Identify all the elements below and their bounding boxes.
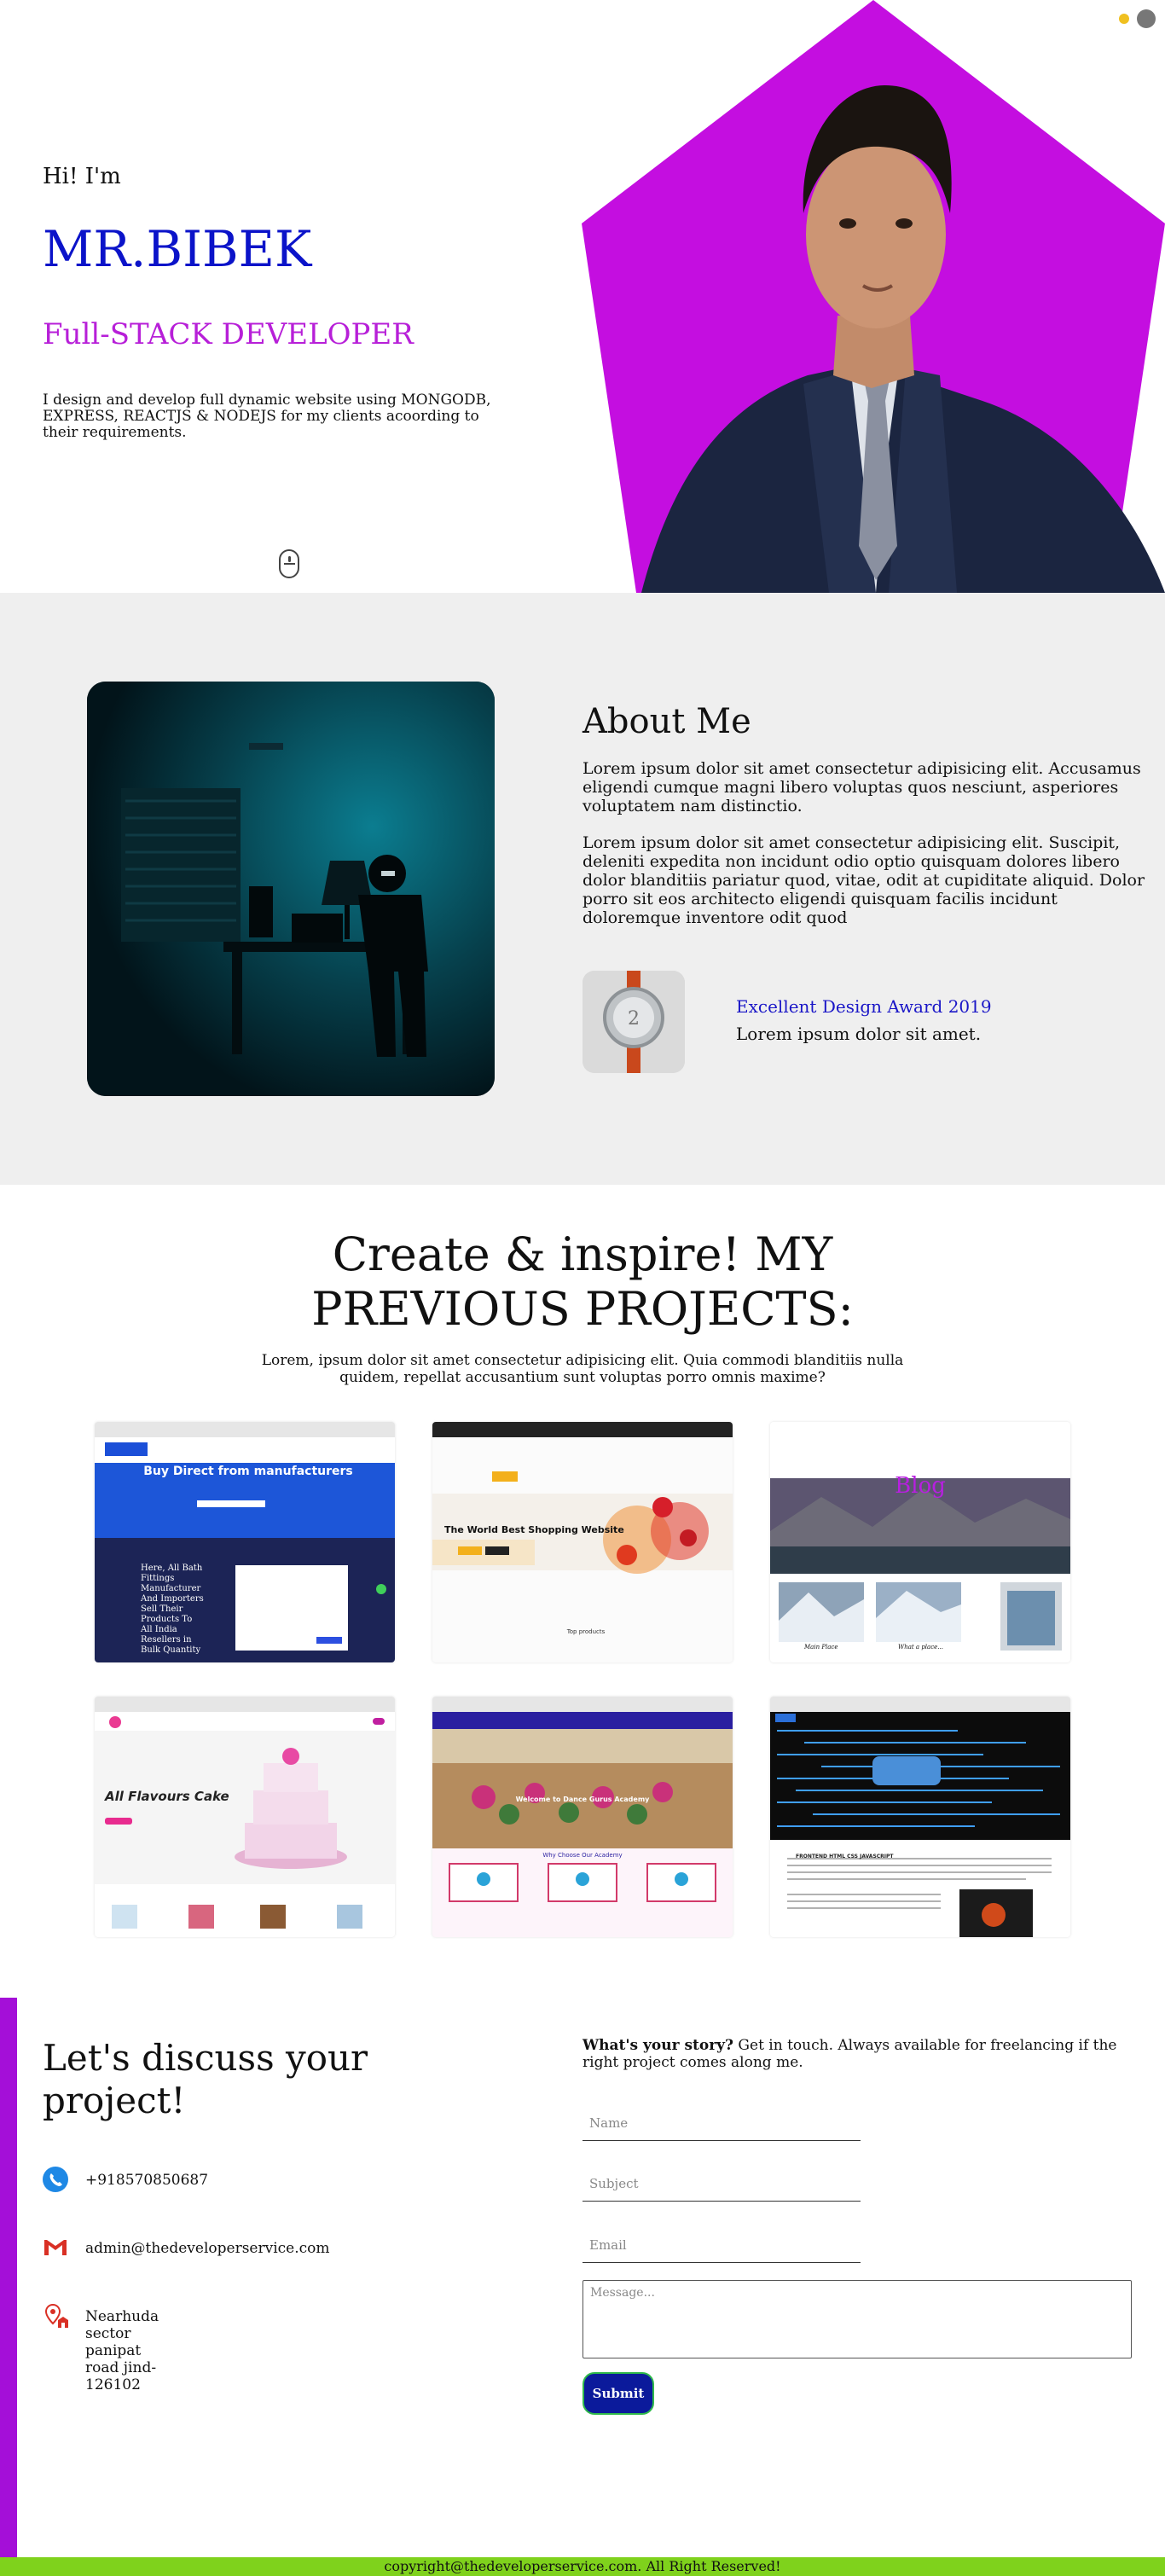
mouse-wheel <box>288 556 291 562</box>
projects-section: Create & inspire! MY PREVIOUS PROJECTS: … <box>0 1185 1165 1998</box>
project-headline: The World Best Shopping Website <box>444 1524 624 1535</box>
project-card-cake[interactable]: All Flavours Cake <box>95 1697 395 1937</box>
browser-chrome <box>770 1422 1070 1437</box>
project-caption: What a place... <box>898 1644 943 1651</box>
contact-address: Nearhuda sector panipat road jind-126102 <box>85 2308 159 2393</box>
submit-button[interactable]: Submit <box>582 2372 654 2415</box>
greeting-text: Hi! I'm <box>43 164 121 189</box>
name-placeholder: Name <box>589 2115 629 2131</box>
about-section: About Me Lorem ipsum dolor sit amet cons… <box>0 593 1165 1185</box>
project-headline: Blog <box>895 1473 946 1499</box>
footer-copyright: copyright@thedeveloperservice.com. All R… <box>384 2558 781 2574</box>
name-input[interactable]: Name <box>582 2102 861 2141</box>
hero-section: Hi! I'm MR.BIBEK Full-STACK DEVELOPER I … <box>0 0 1165 593</box>
about-paragraph-1: Lorem ipsum dolor sit amet consectetur a… <box>582 759 1141 815</box>
email-input[interactable]: Email <box>582 2224 861 2263</box>
contact-email: admin@thedeveloperservice.com <box>85 2240 330 2257</box>
project-card-shopping[interactable]: The World Best Shopping Website Top prod… <box>432 1422 733 1662</box>
award-title: Excellent Design Award 2019 <box>736 996 992 1017</box>
projects-title-line-1: Create & inspire! MY <box>332 1227 833 1281</box>
project-headline: Buy Direct from manufacturers <box>143 1465 353 1478</box>
projects-description: Lorem, ipsum dolor sit amet consectetur … <box>261 1352 904 1386</box>
projects-title: Create & inspire! MY PREVIOUS PROJECTS: <box>256 1227 909 1337</box>
about-image <box>87 682 495 1096</box>
browser-chrome <box>95 1422 395 1437</box>
contact-section: Let's discuss your project! +91857085068… <box>0 1998 1165 2557</box>
theme-toggle-icon[interactable] <box>1114 9 1160 29</box>
profile-photo <box>582 0 1165 593</box>
contact-title-line-1: Let's discuss your <box>43 2037 368 2079</box>
developer-role: Full-STACK DEVELOPER <box>43 317 414 351</box>
browser-chrome <box>432 1697 733 1712</box>
contact-title-line-2: project! <box>43 2080 186 2121</box>
developer-name: MR.BIBEK <box>43 220 312 278</box>
project-caption: Main Place <box>804 1644 838 1651</box>
svg-text:2: 2 <box>628 1008 640 1030</box>
project-card-blog[interactable]: Blog Main Place What a place... <box>770 1422 1070 1662</box>
contact-accent-bar <box>0 1998 17 2557</box>
projects-title-line-2: PREVIOUS PROJECTS: <box>311 1282 854 1336</box>
project-side-text: Here, All Bath Fittings Manufacturer And… <box>141 1564 204 1655</box>
project-subtitle: Top products <box>566 1628 606 1635</box>
project-card-frontend[interactable]: FRONTEND HTML CSS JAVASCRIPT <box>770 1697 1070 1937</box>
message-textarea[interactable]: Message... <box>582 2280 1132 2358</box>
project-headline: FRONTEND HTML CSS JAVASCRIPT <box>796 1854 894 1859</box>
hero-description: I design and develop full dynamic websit… <box>43 392 491 441</box>
footer: copyright@thedeveloperservice.com. All R… <box>0 2557 1165 2576</box>
story-bold: What's your story? <box>582 2037 734 2054</box>
contact-story: What's your story? Get in touch. Always … <box>582 2037 1128 2071</box>
project-subtitle: Why Choose Our Academy <box>542 1852 623 1859</box>
contact-title: Let's discuss your project! <box>43 2037 368 2122</box>
project-card-manufacturers[interactable]: Buy Direct from manufacturers Here, All … <box>95 1422 395 1662</box>
about-paragraph-2: Lorem ipsum dolor sit amet consectetur a… <box>582 833 1145 927</box>
phone-icon <box>43 2167 68 2192</box>
contact-phone: +918570850687 <box>85 2172 209 2189</box>
message-placeholder: Message... <box>590 2286 655 2300</box>
email-placeholder: Email <box>589 2237 627 2253</box>
subject-placeholder: Subject <box>589 2176 639 2191</box>
mouse-scroll-icon[interactable] <box>279 549 299 578</box>
subject-input[interactable]: Subject <box>582 2162 861 2202</box>
project-headline: Welcome to Dance Gurus Academy <box>515 1796 650 1803</box>
about-title: About Me <box>582 702 751 741</box>
mouse-divider <box>284 563 295 565</box>
location-pin-icon <box>44 2303 68 2328</box>
project-headline: All Flavours Cake <box>105 1789 229 1804</box>
project-card-dance[interactable]: Welcome to Dance Gurus Academy Why Choos… <box>432 1697 733 1937</box>
award-description: Lorem ipsum dolor sit amet. <box>736 1024 982 1044</box>
browser-chrome <box>432 1422 733 1437</box>
browser-chrome <box>770 1697 1070 1712</box>
gmail-icon <box>44 2240 67 2255</box>
browser-chrome <box>95 1697 395 1712</box>
award-medal-icon: 2 <box>582 971 685 1073</box>
